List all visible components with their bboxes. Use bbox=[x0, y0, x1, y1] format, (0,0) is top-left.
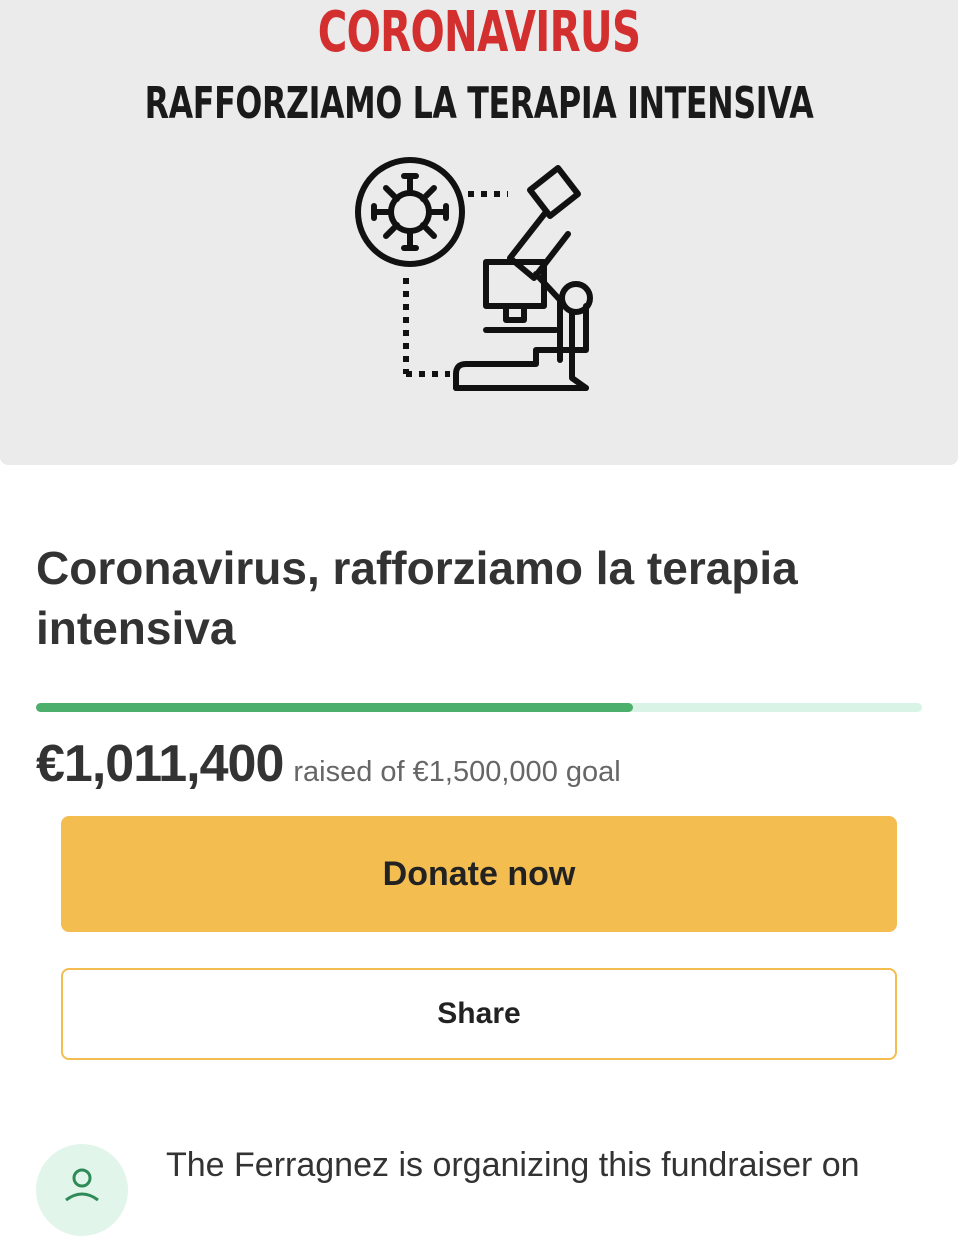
share-button[interactable]: Share bbox=[61, 968, 897, 1060]
connector-lines bbox=[403, 191, 508, 377]
organizer-avatar[interactable] bbox=[36, 1144, 128, 1236]
hero-subtitle: RAFFORZIAMO LA TERAPIA INTENSIVA bbox=[144, 78, 814, 129]
hero-title: CORONAVIRUS bbox=[317, 0, 641, 65]
user-icon bbox=[65, 1168, 99, 1202]
donate-button[interactable]: Donate now bbox=[61, 816, 897, 932]
hero-image: CORONAVIRUS RAFFORZIAMO LA TERAPIA INTEN… bbox=[0, 0, 958, 465]
progress-bar-fill bbox=[36, 703, 634, 712]
amount-raised: €1,011,400 bbox=[36, 735, 284, 793]
hero-illustration bbox=[355, 157, 593, 391]
goal-text: raised of €1,500,000 goal bbox=[293, 756, 621, 788]
virus-icon bbox=[355, 157, 465, 267]
progress-bar bbox=[36, 703, 922, 712]
funding-summary: €1,011,400 raised of €1,500,000 goal bbox=[36, 734, 621, 794]
campaign-title: Coronavirus, rafforziamo la terapia inte… bbox=[36, 542, 798, 654]
organizer-text: The Ferragnez is organizing this fundrai… bbox=[166, 1146, 860, 1184]
microscope-icon bbox=[453, 165, 593, 391]
